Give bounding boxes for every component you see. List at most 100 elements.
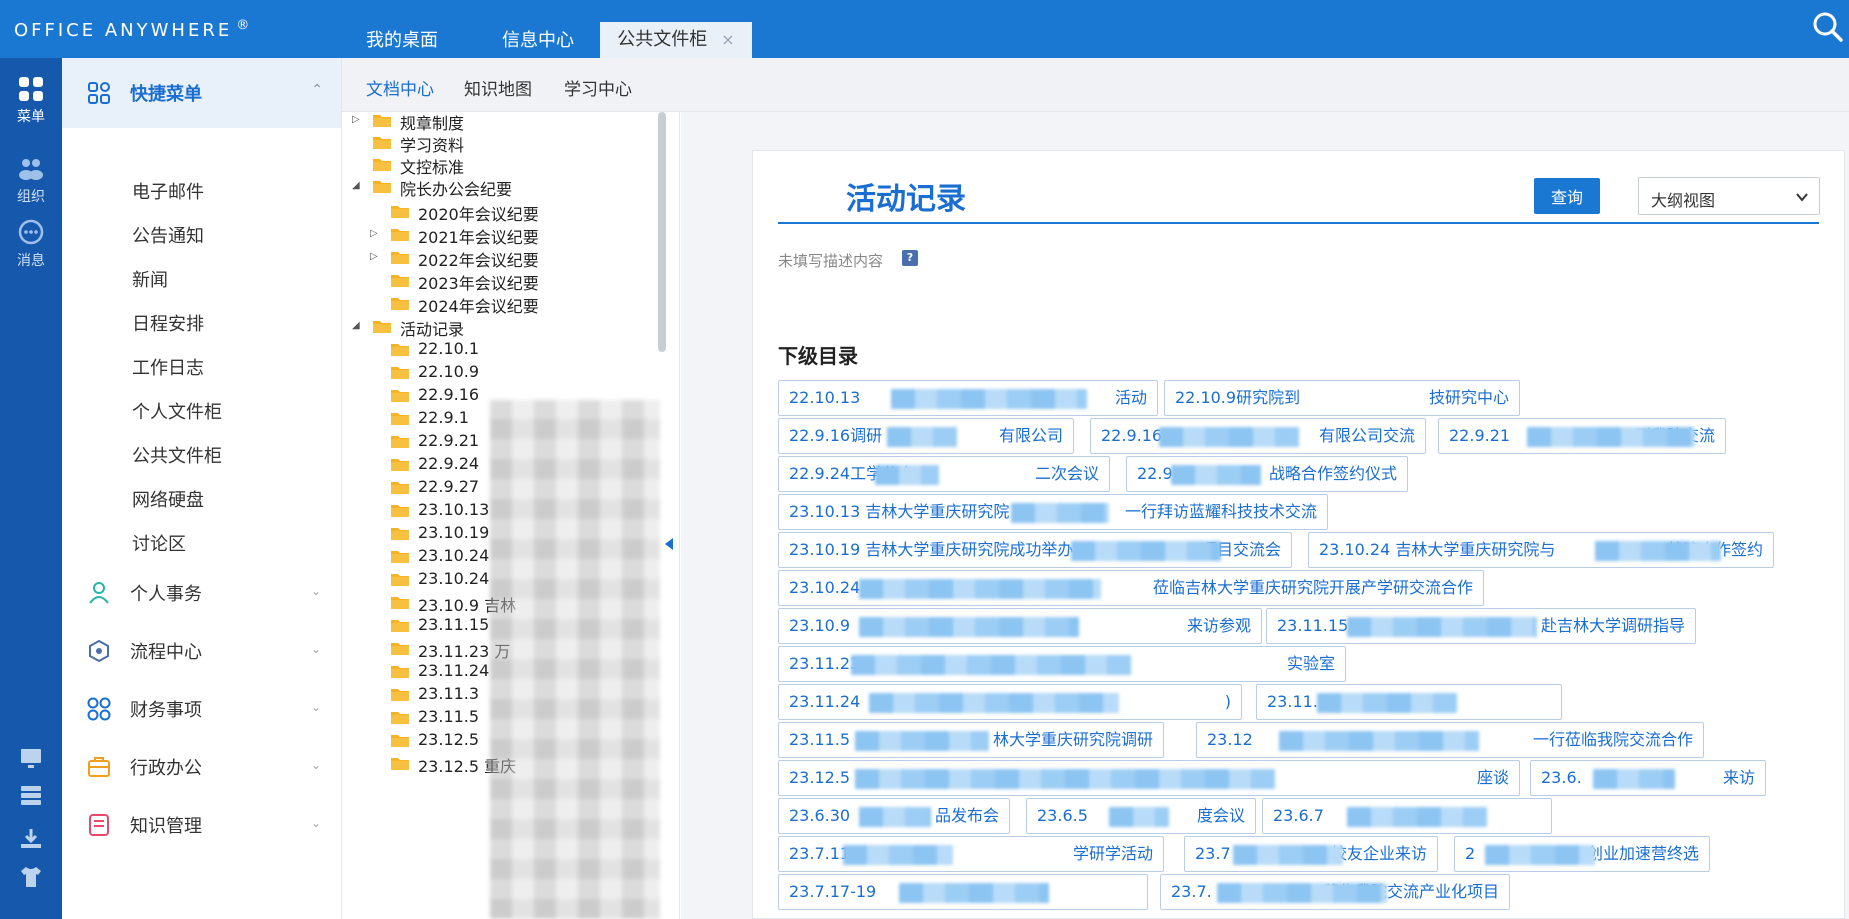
subdirectory-tag[interactable]: 23.7. 莅临我院交流产业化项目 xyxy=(1160,874,1510,910)
subdirectory-tag[interactable]: 23.7.17-19 xyxy=(778,874,1148,910)
folder-icon xyxy=(391,689,409,701)
rail-item-menu[interactable]: 菜单 xyxy=(0,66,62,130)
tag-label-end: 来访参观 xyxy=(1186,616,1251,635)
subdirectory-tag[interactable]: 22.9.16调研 有限公司 xyxy=(778,418,1074,454)
subdirectory-tag[interactable]: 23.11.15 赴吉林大学调研指导 xyxy=(1266,608,1696,644)
collapse-arrow-icon[interactable] xyxy=(665,538,673,550)
menu-group-finance[interactable]: 财务事项 ⌄ xyxy=(62,678,341,738)
tag-label-start: 2 xyxy=(1465,844,1476,863)
query-button[interactable]: 查询 xyxy=(1534,178,1600,214)
tag-label-start: 23.11.5 xyxy=(789,730,851,749)
redacted-text xyxy=(1527,427,1695,447)
redacted-text xyxy=(1159,427,1299,447)
menu-group-label: 行政办公 xyxy=(130,758,202,779)
menu-item-news[interactable]: 新闻 xyxy=(132,266,168,292)
tree-node-label: 22.10.1 xyxy=(418,339,480,358)
rail-item-message[interactable]: 消息 xyxy=(0,210,62,274)
tab-public-cabinet[interactable]: 公共文件柜 × xyxy=(600,22,752,58)
menu-group-admin[interactable]: 行政办公 ⌄ xyxy=(62,736,341,796)
quick-menu-header[interactable]: 快捷菜单 ⌃ xyxy=(62,58,341,128)
tree-toggle-icon[interactable]: ◢ xyxy=(352,180,364,191)
grid-icon xyxy=(88,82,110,104)
tag-label-start: 22.9.16调研 xyxy=(789,426,883,445)
tree-node[interactable]: ◢ 院长办公会纪要 xyxy=(352,174,652,200)
menu-item-public-cabinet[interactable]: 公共文件柜 xyxy=(132,442,222,468)
storage-icon[interactable] xyxy=(18,782,44,808)
subdirectory-tag[interactable]: 23.12 一行莅临我院交流合作 xyxy=(1196,722,1704,758)
redacted-text xyxy=(1485,845,1595,865)
subdirectory-tag[interactable]: 23.7.11 学研学活动 xyxy=(778,836,1164,872)
tag-label-start: 22.9 xyxy=(1137,464,1173,483)
subdirectory-tag[interactable]: 23.10.9 来访参观 xyxy=(778,608,1262,644)
subdirectory-tag[interactable]: 23.11.5 林大学重庆研究院调研 xyxy=(778,722,1164,758)
menu-group-workflow[interactable]: 流程中心 ⌄ xyxy=(62,620,341,680)
subdirectory-tag[interactable]: 22.9.16 有限公司交流 xyxy=(1090,418,1426,454)
subnav-knowledge-map[interactable]: 知识地图 xyxy=(464,75,532,100)
tree-node-label: 22.9.27 xyxy=(418,477,480,496)
subdirectory-tag[interactable]: 23.6.5 度会议 xyxy=(1026,798,1256,834)
tab-my-desktop[interactable]: 我的桌面 xyxy=(342,24,462,58)
tag-label-end: 有限公司 xyxy=(998,426,1063,445)
redacted-text xyxy=(1317,693,1457,713)
tree-toggle-icon[interactable]: ▷ xyxy=(352,114,364,125)
menu-group-personal[interactable]: 个人事务 ⌄ xyxy=(62,562,341,622)
tab-info-center[interactable]: 信息中心 xyxy=(478,24,598,58)
folder-icon xyxy=(391,620,409,632)
subdirectory-tag[interactable]: 22.9.21到我院交流 xyxy=(1438,418,1726,454)
subdirectory-tag[interactable]: 23.10.24 吉林大学重庆研究院与战略合作签约 xyxy=(1308,532,1774,568)
search-icon[interactable] xyxy=(1811,10,1845,44)
tree-toggle-icon[interactable]: ▷ xyxy=(370,228,382,239)
help-icon[interactable]: ? xyxy=(902,250,918,266)
tab-close-icon[interactable]: × xyxy=(721,30,734,49)
redacted-text xyxy=(843,845,953,865)
tag-label-end: 来访 xyxy=(1722,768,1755,787)
rail-item-org[interactable]: 组织 xyxy=(0,146,62,210)
subdirectory-tag[interactable]: 23.10.19 吉林大学重庆研究院成功举办 项目交流会 xyxy=(778,532,1292,568)
view-select[interactable]: 大纲视图 xyxy=(1638,177,1820,215)
tag-label-end: 战略合作签约仪式 xyxy=(1268,464,1397,483)
menu-item-network-disk[interactable]: 网络硬盘 xyxy=(132,486,204,512)
tag-label-end: 有限公司交流 xyxy=(1318,426,1415,445)
redacted-text xyxy=(855,731,989,751)
folder-icon xyxy=(391,574,409,586)
subdirectory-tag[interactable]: 22.9 战略合作签约仪式 xyxy=(1126,456,1408,492)
subdirectory-tag[interactable]: 23.12.5 座谈 xyxy=(778,760,1520,796)
menu-item-worklog[interactable]: 工作日志 xyxy=(132,354,204,380)
menu-item-schedule[interactable]: 日程安排 xyxy=(132,310,204,336)
subdirectory-tag[interactable]: 23.11.3 xyxy=(1256,684,1562,720)
subnav-learning-center[interactable]: 学习中心 xyxy=(564,75,632,100)
subdirectory-tag[interactable]: 23.6. 来访 xyxy=(1530,760,1766,796)
workflow-icon xyxy=(89,639,109,663)
subdirectory-tag[interactable]: 23.7 校友企业来访 xyxy=(1184,836,1438,872)
tree-scrollbar[interactable] xyxy=(658,112,666,352)
menu-item-personal-cabinet[interactable]: 个人文件柜 xyxy=(132,398,222,424)
tree-toggle-icon[interactable]: ◢ xyxy=(352,320,364,331)
subdirectory-tag[interactable]: 22.10.9研究院到 技研究中心 xyxy=(1164,380,1520,416)
tree-toggle-icon[interactable]: ▷ xyxy=(370,251,382,262)
chevron-down-icon: ⌄ xyxy=(310,816,321,830)
view-select-value: 大纲视图 xyxy=(1651,191,1716,210)
subnav-document-center[interactable]: 文档中心 xyxy=(366,75,434,100)
subdirectory-tag[interactable]: 23.11.24) xyxy=(778,684,1242,720)
tree-node-label: 22.10.9 xyxy=(418,362,480,381)
subdirectory-tag[interactable]: 23.11.23 实验室 xyxy=(778,646,1346,682)
menu-item-email[interactable]: 电子邮件 xyxy=(132,178,204,204)
subdirectory-tag[interactable]: 23.6.30 品发布会 xyxy=(778,798,1010,834)
subdirectory-tag[interactable]: 2 创业加速营终选 xyxy=(1454,836,1710,872)
menu-item-notice[interactable]: 公告通知 xyxy=(132,222,204,248)
subdirectory-tag[interactable]: 22.10.13 活动 xyxy=(778,380,1158,416)
shirt-icon[interactable] xyxy=(18,864,44,890)
subdirectory-tag[interactable]: 23.10.13 吉林大学重庆研究院 一行拜访蓝耀科技技术交流 xyxy=(778,494,1328,530)
tag-label-end: 学研学活动 xyxy=(1072,844,1153,863)
subdirectory-tag[interactable]: 23.10.24 莅临吉林大学重庆研究院开展产学研交流合作 xyxy=(778,570,1484,606)
rail-label: 菜单 xyxy=(17,109,45,125)
menu-item-forum[interactable]: 讨论区 xyxy=(132,530,186,556)
subdirectory-tag[interactable]: 23.6.7 xyxy=(1262,798,1552,834)
redacted-text xyxy=(1109,807,1169,827)
subdirectory-tag[interactable]: 22.9.24工学分会 二次会议 xyxy=(778,456,1110,492)
tag-label-start: 23.10.24 吉林大学重庆研究院与 xyxy=(1319,540,1556,559)
tag-label-end: 莅临吉林大学重庆研究院开展产学研交流合作 xyxy=(1152,578,1473,597)
monitor-icon[interactable] xyxy=(18,746,44,772)
download-icon[interactable] xyxy=(18,826,44,852)
menu-group-knowledge[interactable]: 知识管理 ⌄ xyxy=(62,794,341,854)
